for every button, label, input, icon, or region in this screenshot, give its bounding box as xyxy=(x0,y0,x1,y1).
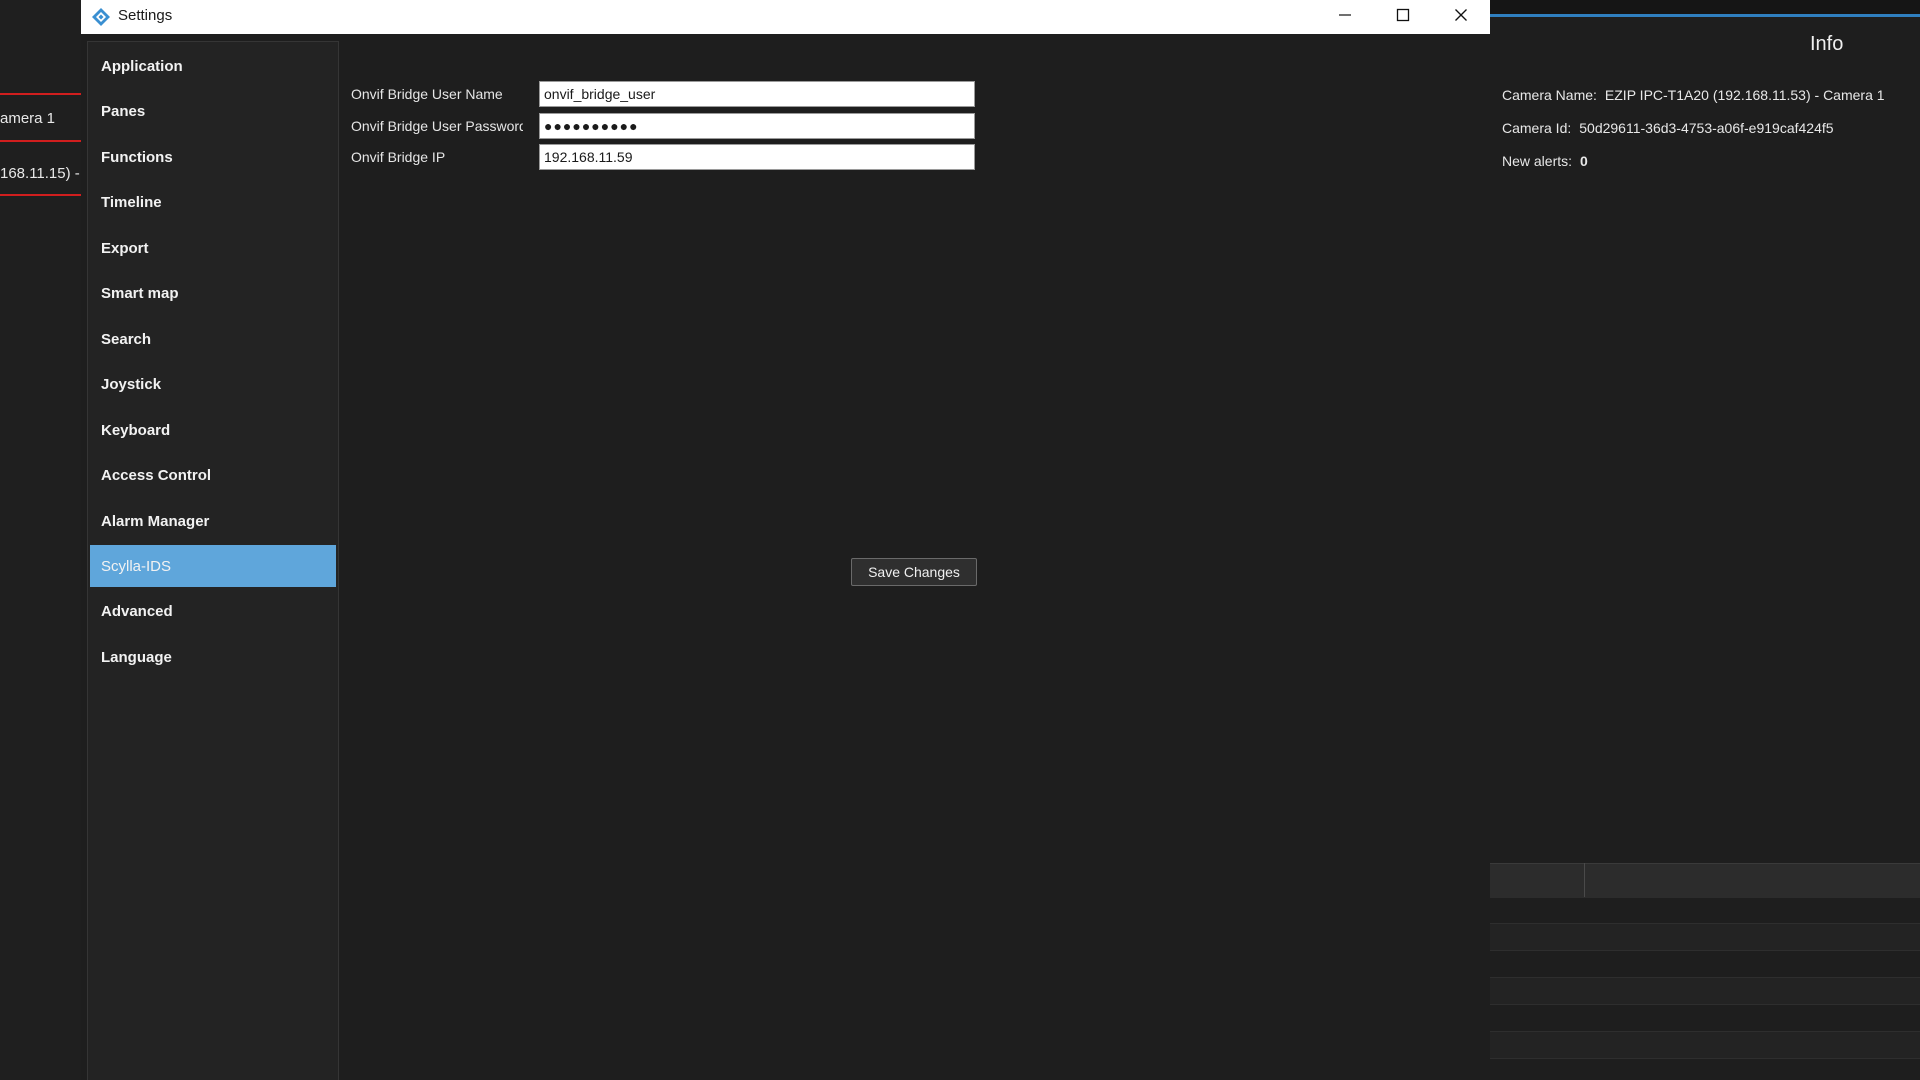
camera-name-row: Camera Name: EZIP IPC-T1A20 (192.168.11.5… xyxy=(1502,87,1885,103)
settings-sidebar: Application Panes Functions Timeline Exp… xyxy=(87,41,339,1080)
sidebar-item-scylla-ids[interactable]: Scylla-IDS xyxy=(90,545,336,587)
sidebar-item-smart-map[interactable]: Smart map xyxy=(90,272,336,314)
password-label: Onvif Bridge User Password xyxy=(351,118,523,134)
camera-id-row: Camera Id: 50d29611-36d3-4753-a06f-e919ca… xyxy=(1502,120,1834,136)
table-row[interactable] xyxy=(1490,951,1920,978)
camera-separator xyxy=(0,93,81,95)
app-logo-icon xyxy=(91,7,111,27)
window-title: Settings xyxy=(118,7,173,24)
minimize-button[interactable] xyxy=(1316,0,1374,30)
user-name-input[interactable] xyxy=(539,81,975,107)
sidebar-item-access-control[interactable]: Access Control xyxy=(90,454,336,496)
user-name-label: Onvif Bridge User Name xyxy=(351,86,503,102)
sidebar-item-timeline[interactable]: Timeline xyxy=(90,181,336,223)
sidebar-item-alarm-manager[interactable]: Alarm Manager xyxy=(90,500,336,542)
new-alerts-value: 0 xyxy=(1580,153,1588,169)
table-row[interactable] xyxy=(1490,1005,1920,1032)
password-input[interactable] xyxy=(539,113,975,139)
settings-content: Onvif Bridge User Name Onvif Bridge User… xyxy=(339,34,1490,1080)
maximize-icon xyxy=(1396,8,1410,22)
sidebar-item-language[interactable]: Language xyxy=(90,636,336,678)
camera-separator xyxy=(0,194,81,196)
alerts-grid-column-divider[interactable] xyxy=(1584,863,1585,897)
settings-window: Settings Application Panes Functions Tim… xyxy=(81,0,1490,1080)
table-row[interactable] xyxy=(1490,897,1920,924)
camera-id-value: 50d29611-36d3-4753-a06f-e919caf424f5 xyxy=(1579,120,1834,136)
title-bar[interactable]: Settings xyxy=(81,0,1490,34)
background-camera-list: amera 1 168.11.15) - C xyxy=(0,0,81,1080)
sidebar-item-joystick[interactable]: Joystick xyxy=(90,363,336,405)
sidebar-item-search[interactable]: Search xyxy=(90,318,336,360)
table-row[interactable] xyxy=(1490,978,1920,1005)
info-panel-title: Info xyxy=(1810,33,1844,55)
camera-separator xyxy=(0,140,81,142)
minimize-icon xyxy=(1339,14,1351,16)
sidebar-item-panes[interactable]: Panes xyxy=(90,90,336,132)
close-button[interactable] xyxy=(1432,0,1490,30)
save-changes-button[interactable]: Save Changes xyxy=(851,558,977,586)
ip-input[interactable] xyxy=(539,144,975,170)
close-icon xyxy=(1455,9,1467,21)
table-row[interactable] xyxy=(1490,924,1920,951)
camera-list-item[interactable]: 168.11.15) - C xyxy=(0,165,81,182)
info-panel: Info Camera Name: EZIP IPC-T1A20 (192.168… xyxy=(1490,17,1920,1080)
alerts-grid-header xyxy=(1490,863,1920,898)
new-alerts-label: New alerts: xyxy=(1502,153,1573,169)
sidebar-item-functions[interactable]: Functions xyxy=(90,136,336,178)
camera-name-label: Camera Name: xyxy=(1502,87,1597,103)
new-alerts-row: New alerts: 0 xyxy=(1502,153,1588,169)
maximize-button[interactable] xyxy=(1374,0,1432,30)
table-row[interactable] xyxy=(1490,1032,1920,1059)
sidebar-item-export[interactable]: Export xyxy=(90,227,336,269)
camera-id-label: Camera Id: xyxy=(1502,120,1572,136)
sidebar-item-advanced[interactable]: Advanced xyxy=(90,590,336,632)
camera-name-value: EZIP IPC-T1A20 (192.168.11.53) - Camera … xyxy=(1604,87,1885,103)
sidebar-item-keyboard[interactable]: Keyboard xyxy=(90,409,336,451)
ip-label: Onvif Bridge IP xyxy=(351,149,446,165)
camera-list-item[interactable]: amera 1 xyxy=(0,110,81,127)
sidebar-item-application[interactable]: Application xyxy=(90,45,336,87)
